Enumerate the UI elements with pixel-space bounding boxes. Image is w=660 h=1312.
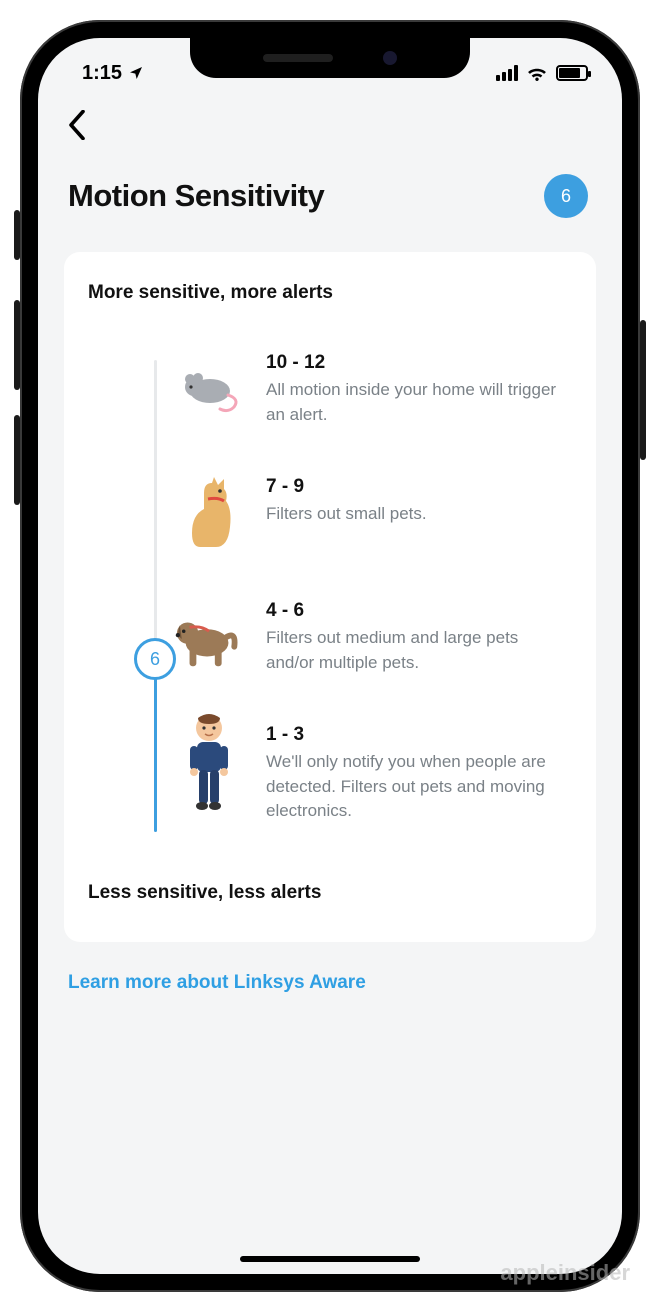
- slider-thumb[interactable]: 6: [134, 638, 176, 680]
- back-button[interactable]: [64, 104, 596, 154]
- current-value-badge: 6: [544, 174, 588, 218]
- battery-icon: [556, 65, 588, 81]
- wifi-icon: [526, 65, 548, 81]
- level-row: 10 - 12 All motion inside your home will…: [174, 350, 568, 474]
- notch: [190, 38, 470, 78]
- sensitivity-scale: 6: [88, 350, 568, 842]
- mouse-icon: [174, 350, 244, 430]
- dog-icon: [174, 598, 244, 678]
- volume-up-button: [14, 300, 20, 390]
- status-time: 1:15: [82, 62, 122, 85]
- phone-frame: 1:15 Motion Sensitivity 6 More sensitive…: [20, 20, 640, 1292]
- mute-switch: [14, 210, 20, 260]
- side-button: [640, 320, 646, 460]
- level-row: 1 - 3 We'll only notify you when people …: [174, 722, 568, 842]
- screen: 1:15 Motion Sensitivity 6 More sensitive…: [38, 38, 622, 1274]
- level-range: 1 - 3: [266, 724, 568, 746]
- level-description: All motion inside your home will trigger…: [266, 378, 568, 427]
- level-description: Filters out small pets.: [266, 502, 568, 527]
- bottom-scale-label: Less sensitive, less alerts: [88, 882, 568, 904]
- location-icon: [128, 65, 144, 81]
- level-description: We'll only notify you when people are de…: [266, 750, 568, 824]
- level-range: 4 - 6: [266, 600, 568, 622]
- top-scale-label: More sensitive, more alerts: [88, 282, 568, 304]
- volume-down-button: [14, 415, 20, 505]
- person-icon: [174, 722, 244, 802]
- cat-icon: [174, 474, 244, 554]
- page-title: Motion Sensitivity: [68, 178, 324, 214]
- level-range: 7 - 9: [266, 476, 568, 498]
- learn-more-link[interactable]: Learn more about Linksys Aware: [64, 942, 596, 1004]
- slider-track-active: [154, 658, 157, 832]
- cellular-icon: [496, 65, 518, 81]
- level-description: Filters out medium and large pets and/or…: [266, 626, 568, 675]
- home-indicator[interactable]: [240, 1256, 420, 1262]
- level-range: 10 - 12: [266, 352, 568, 374]
- sensitivity-card: More sensitive, more alerts 6: [64, 252, 596, 942]
- level-row: 4 - 6 Filters out medium and large pets …: [174, 598, 568, 722]
- level-row: 7 - 9 Filters out small pets.: [174, 474, 568, 598]
